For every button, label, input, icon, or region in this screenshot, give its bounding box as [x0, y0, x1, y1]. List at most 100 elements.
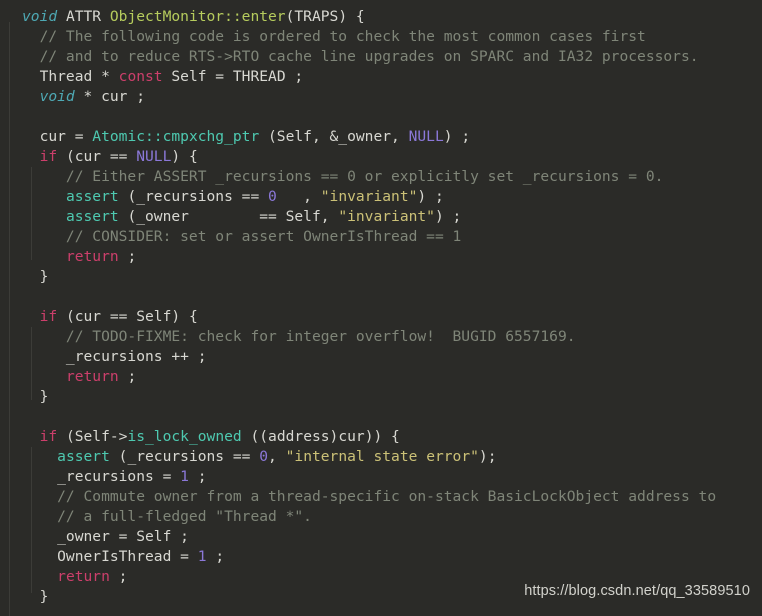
code-token-plain: Thread *: [22, 68, 119, 85]
code-line[interactable]: void ATTR ObjectMonitor::enter(TRAPS) {: [0, 7, 762, 27]
code-line[interactable]: // Commute owner from a thread-specific …: [0, 487, 762, 507]
code-line[interactable]: [0, 287, 762, 307]
code-token-kw: return: [57, 568, 110, 585]
code-token-plain: ((address)cur)) {: [241, 428, 400, 445]
code-token-plain: ) ;: [434, 208, 462, 225]
code-viewer: void ATTR ObjectMonitor::enter(TRAPS) { …: [0, 0, 762, 616]
code-line[interactable]: assert (_recursions == 0 , "invariant") …: [0, 187, 762, 207]
code-token-fn: ObjectMonitor::enter: [109, 8, 286, 25]
code-token-kw: const: [118, 68, 163, 85]
code-token-plain: );: [478, 448, 497, 465]
code-token-plain: (_owner == Self,: [118, 208, 339, 225]
code-line[interactable]: return ;: [0, 247, 762, 267]
code-token-str: "internal state error": [285, 448, 479, 465]
code-token-plain: Self = THREAD ;: [162, 68, 304, 85]
code-line[interactable]: if (cur == Self) {: [0, 307, 762, 327]
code-line[interactable]: // TODO-FIXME: check for integer overflo…: [0, 327, 762, 347]
code-token-plain: cur =: [22, 128, 93, 145]
code-token-cmt: // TODO-FIXME: check for integer overflo…: [22, 328, 576, 345]
code-token-plain: (cur ==: [57, 148, 137, 165]
code-token-num: NULL: [408, 128, 444, 145]
code-line[interactable]: }: [0, 267, 762, 287]
code-line[interactable]: }: [0, 387, 762, 407]
code-token-plain: ;: [206, 548, 225, 565]
code-token-plain: ;: [188, 468, 207, 485]
code-token-member: Atomic::cmpxchg_ptr: [92, 128, 260, 145]
code-token-cmt: // Either ASSERT _recursions == 0 or exp…: [22, 168, 664, 185]
code-token-plain: _recursions ++ ;: [22, 348, 207, 365]
code-token-num: 0: [259, 448, 269, 465]
code-token-member: assert: [57, 448, 110, 465]
code-token-cmt: // and to reduce RTS->RTO cache line upg…: [22, 48, 699, 65]
code-token-cmt: // The following code is ordered to chec…: [22, 28, 646, 45]
code-token-plain: ) ;: [417, 188, 444, 205]
code-token-plain: ) ;: [443, 128, 471, 145]
code-token-plain: }: [22, 588, 49, 605]
code-line[interactable]: [0, 107, 762, 127]
code-token-num: 1: [197, 548, 207, 565]
code-line[interactable]: return ;: [0, 367, 762, 387]
code-token-member: assert: [65, 188, 119, 205]
code-line[interactable]: // a full-fledged "Thread *".: [0, 507, 762, 527]
code-line[interactable]: // and to reduce RTS->RTO cache line upg…: [0, 47, 762, 67]
code-line[interactable]: _recursions ++ ;: [0, 347, 762, 367]
code-token-num: NULL: [136, 148, 172, 165]
code-token-kw: if: [39, 148, 58, 165]
code-line[interactable]: assert (_recursions == 0, "internal stat…: [0, 447, 762, 467]
code-token-kw: if: [39, 308, 58, 325]
code-line[interactable]: if (cur == NULL) {: [0, 147, 762, 167]
code-token-plain: (Self->: [57, 428, 128, 445]
code-token-plain: * cur ;: [74, 88, 146, 105]
code-token-plain: _owner = Self ;: [22, 528, 189, 545]
code-token-plain: ,: [276, 188, 321, 205]
code-token-kw: return: [65, 248, 119, 265]
code-line[interactable]: [0, 407, 762, 427]
source-code-block[interactable]: void ATTR ObjectMonitor::enter(TRAPS) { …: [0, 0, 762, 607]
code-token-num: 0: [268, 188, 277, 205]
code-line[interactable]: cur = Atomic::cmpxchg_ptr (Self, &_owner…: [0, 127, 762, 147]
code-token-plain: }: [22, 268, 49, 285]
code-token-kw: return: [65, 368, 119, 385]
code-token-cmt: // Commute owner from a thread-specific …: [22, 488, 717, 505]
code-line[interactable]: // Either ASSERT _recursions == 0 or exp…: [0, 167, 762, 187]
watermark-url: https://blog.csdn.net/qq_33589510: [524, 583, 750, 599]
code-line[interactable]: if (Self->is_lock_owned ((address)cur)) …: [0, 427, 762, 447]
code-token-str: "invariant": [338, 208, 435, 225]
code-line[interactable]: _recursions = 1 ;: [0, 467, 762, 487]
code-line[interactable]: OwnerIsThread = 1 ;: [0, 547, 762, 567]
code-token-plain: (TRAPS) {: [285, 8, 365, 25]
code-line[interactable]: void * cur ;: [0, 87, 762, 107]
code-token-type: void: [39, 88, 75, 105]
code-line[interactable]: // CONSIDER: set or assert OwnerIsThread…: [0, 227, 762, 247]
code-token-str: "invariant": [320, 188, 418, 205]
code-token-plain: (cur == Self) {: [57, 308, 198, 325]
code-token-member: assert: [65, 208, 119, 225]
code-line[interactable]: // The following code is ordered to chec…: [0, 27, 762, 47]
code-token-plain: (_recursions ==: [118, 188, 269, 205]
code-line[interactable]: Thread * const Self = THREAD ;: [0, 67, 762, 87]
code-token-plain: ;: [118, 368, 137, 385]
code-token-plain: ;: [109, 568, 128, 585]
code-token-plain: _recursions =: [22, 468, 181, 485]
code-token-plain: ATTR: [57, 8, 110, 25]
code-token-plain: (Self, &_owner,: [259, 128, 409, 145]
code-token-plain: ,: [268, 448, 286, 465]
code-token-plain: ;: [118, 248, 137, 265]
code-token-plain: OwnerIsThread =: [22, 548, 198, 565]
code-token-type: void: [22, 8, 58, 25]
code-token-plain: (_recursions ==: [109, 448, 260, 465]
code-token-cmt: // a full-fledged "Thread *".: [22, 508, 312, 525]
code-line[interactable]: _owner = Self ;: [0, 527, 762, 547]
code-token-kw: if: [39, 428, 58, 445]
code-token-member: is_lock_owned: [127, 428, 242, 445]
code-token-cmt: // CONSIDER: set or assert OwnerIsThread…: [22, 228, 462, 245]
code-line[interactable]: assert (_owner == Self, "invariant") ;: [0, 207, 762, 227]
